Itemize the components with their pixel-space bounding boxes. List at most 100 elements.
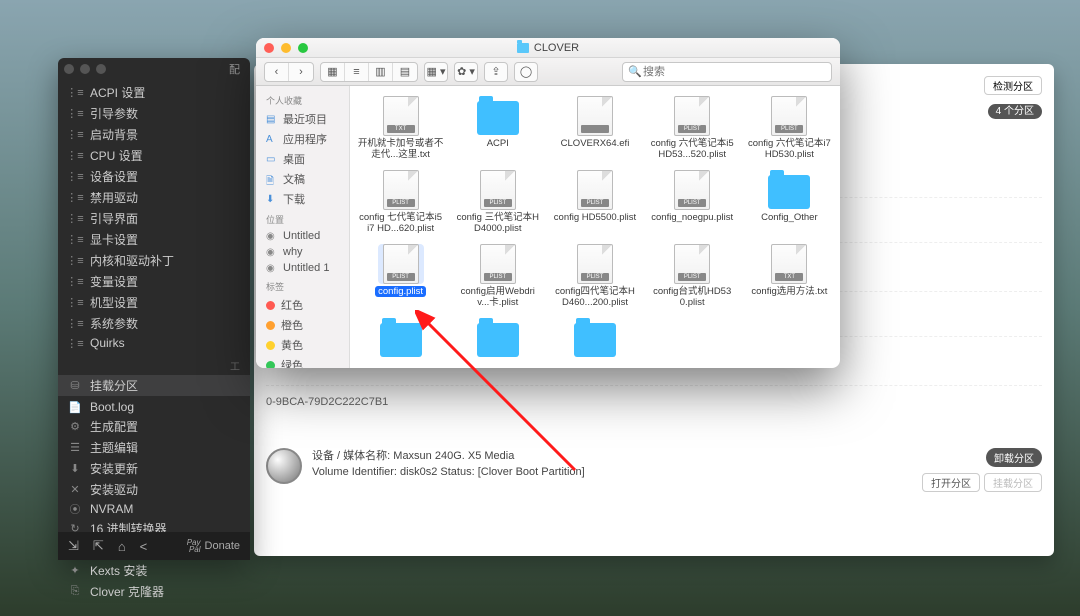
sidebar-item[interactable]: 📄Boot.log [58, 398, 250, 416]
sidebar-tag[interactable]: 红色 [256, 295, 349, 315]
file-item[interactable]: ACPI [451, 94, 544, 162]
sidebar-tag[interactable]: 橙色 [256, 315, 349, 335]
forward-button[interactable]: › [289, 63, 313, 81]
file-icon: PLIST [383, 170, 419, 210]
back-button[interactable]: ‹ [265, 63, 289, 81]
sidebar-item[interactable]: ☰主题编辑 [58, 437, 250, 458]
sidebar-item[interactable]: ⋮≡Quirks [58, 334, 250, 352]
sidebar-item[interactable]: ⋮≡变量设置 [58, 271, 250, 292]
list-icon: ⋮≡ [68, 170, 82, 184]
file-item[interactable] [354, 316, 447, 362]
sidebar-item[interactable]: 🗎文稿 [256, 169, 349, 189]
tool-icon: ✕ [68, 483, 82, 497]
view-list-button[interactable]: ≡ [345, 63, 369, 81]
traffic-light-max[interactable] [96, 64, 106, 74]
home-icon[interactable]: ⌂ [118, 539, 126, 554]
file-icon [577, 96, 613, 136]
file-item[interactable]: PLISTconfig 六代笔记本i5 HD53...520.plist [646, 94, 739, 162]
finder-title: CLOVER [517, 42, 579, 54]
file-label: config 六代笔记本i5 HD53...520.plist [649, 138, 735, 160]
traffic-light-min[interactable] [80, 64, 90, 74]
sidebar-item[interactable]: ✦Kexts 安装 [58, 560, 250, 581]
donate-button[interactable]: PayPalDonate [187, 539, 240, 553]
sidebar-item[interactable]: ⋮≡引导参数 [58, 103, 250, 124]
minimize-icon[interactable] [281, 43, 291, 53]
sidebar-tag[interactable]: 黄色 [256, 335, 349, 355]
sidebar-item[interactable]: ▭桌面 [256, 149, 349, 169]
sidebar-item[interactable]: ⦿NVRAM [58, 500, 250, 518]
sidebar-item[interactable]: ⋮≡引导界面 [58, 208, 250, 229]
mount-partition-button[interactable]: 挂载分区 [984, 473, 1042, 492]
file-item[interactable]: PLISTconfig 七代笔记本i5 i7 HD...620.plist [354, 168, 447, 236]
file-item[interactable]: Config_Other [743, 168, 836, 236]
nav-back-forward[interactable]: ‹ › [264, 62, 314, 82]
sidebar-item[interactable]: ◉why [256, 244, 349, 260]
finder-window: CLOVER ‹ › ▦ ≡ ▥ ▤ ▦ ▾ ✿ ▾ ⇪ ◯ 🔍 个人收藏 ▤最… [256, 38, 840, 368]
file-item[interactable]: PLISTconfig台式机HD530.plist [646, 242, 739, 310]
action-menu[interactable]: ✿ ▾ [454, 62, 478, 82]
sidebar-item[interactable]: ✕安装驱动 [58, 479, 250, 500]
file-item[interactable]: PLISTconfig四代笔记本HD460...200.plist [548, 242, 641, 310]
file-item[interactable]: TXT开机就卡加号或者不走代...这里.txt [354, 94, 447, 162]
search-field[interactable]: 🔍 [622, 62, 832, 82]
file-label: config HD5500.plist [554, 212, 636, 223]
finder-file-grid[interactable]: TXT开机就卡加号或者不走代...这里.txtACPICLOVERX64.efi… [350, 86, 840, 368]
share-icon[interactable]: < [140, 539, 148, 554]
group-menu[interactable]: ▦ ▾ [424, 62, 448, 82]
tool-icon: ☰ [68, 441, 82, 455]
sidebar-item[interactable]: ⬇安装更新 [58, 458, 250, 479]
sidebar-item[interactable]: ⋮≡显卡设置 [58, 229, 250, 250]
view-icons-button[interactable]: ▦ [321, 63, 345, 81]
open-partition-button[interactable]: 打开分区 [922, 473, 980, 492]
file-item[interactable]: PLISTconfig启用Webdriv...卡.plist [451, 242, 544, 310]
sidebar-item-mount[interactable]: ⛁ 挂载分区 [58, 375, 250, 396]
zoom-icon[interactable] [298, 43, 308, 53]
export-icon[interactable]: ⇱ [93, 538, 104, 554]
view-switcher[interactable]: ▦ ≡ ▥ ▤ [320, 62, 418, 82]
sidebar-item[interactable]: A应用程序 [256, 129, 349, 149]
sidebar-item[interactable]: ▤最近项目 [256, 109, 349, 129]
file-icon: PLIST [383, 244, 419, 284]
file-label: config.plist [375, 286, 426, 297]
sidebar-item[interactable]: ⋮≡CPU 设置 [58, 145, 250, 166]
sidebar-item[interactable]: ⎘Clover 克隆器 [58, 581, 250, 602]
file-item[interactable]: PLIST config.plist [354, 242, 447, 310]
file-item[interactable]: CLOVERX64.efi [548, 94, 641, 162]
view-gallery-button[interactable]: ▤ [393, 63, 417, 81]
import-icon[interactable]: ⇲ [68, 538, 79, 554]
sidebar-item[interactable]: ⋮≡内核和驱动补丁 [58, 250, 250, 271]
view-columns-button[interactable]: ▥ [369, 63, 393, 81]
unmount-badge[interactable]: 卸载分区 [986, 448, 1042, 467]
file-item[interactable] [451, 316, 544, 362]
file-label: 开机就卡加号或者不走代...这里.txt [358, 138, 444, 160]
sidebar-item[interactable]: ⚙生成配置 [58, 416, 250, 437]
tags-button[interactable]: ◯ [514, 62, 538, 82]
file-item[interactable]: PLISTconfig_noegpu.plist [646, 168, 739, 236]
file-icon: PLIST [480, 244, 516, 284]
disk-icon: ◉ [266, 231, 277, 242]
traffic-light-close[interactable] [64, 64, 74, 74]
sidebar-item[interactable]: ⋮≡机型设置 [58, 292, 250, 313]
file-icon: PLIST [674, 170, 710, 210]
file-item[interactable]: PLISTconfig 三代笔记本HD4000.plist [451, 168, 544, 236]
tool-icon: ✦ [68, 564, 82, 578]
sidebar-item[interactable]: ◉Untitled 1 [256, 260, 349, 276]
list-icon: ⋮≡ [68, 149, 82, 163]
sidebar-item[interactable]: ⋮≡ACPI 设置 [58, 82, 250, 103]
sidebar-item[interactable]: ⋮≡禁用驱动 [58, 187, 250, 208]
file-item[interactable] [548, 316, 641, 362]
sidebar-item[interactable]: ⋮≡系统参数 [58, 313, 250, 334]
sidebar-item[interactable]: ⬇下载 [256, 189, 349, 209]
share-button[interactable]: ⇪ [484, 62, 508, 82]
close-icon[interactable] [264, 43, 274, 53]
file-item[interactable]: PLISTconfig HD5500.plist [548, 168, 641, 236]
search-input[interactable] [622, 62, 832, 82]
file-item[interactable]: PLISTconfig 六代笔记本i7 HD530.plist [743, 94, 836, 162]
sidebar-item[interactable]: ⋮≡设备设置 [58, 166, 250, 187]
detect-partition-button[interactable]: 检测分区 [984, 76, 1042, 95]
file-item[interactable]: TXTconfig选用方法.txt [743, 242, 836, 310]
sidebar-tag[interactable]: 绿色 [256, 355, 349, 368]
sidebar-item[interactable]: ◉Untitled [256, 228, 349, 244]
sidebar-item[interactable]: ⋮≡启动背景 [58, 124, 250, 145]
sidebar-icon: ⬇ [266, 194, 277, 205]
